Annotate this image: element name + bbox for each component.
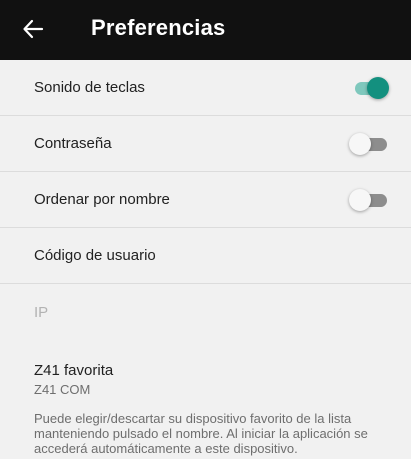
favorite-title: Z41 favorita (34, 362, 114, 379)
setting-user-code[interactable]: Código de usuario (0, 228, 411, 284)
toggle-thumb (349, 189, 371, 211)
setting-label: IP (34, 303, 49, 321)
setting-label: Código de usuario (34, 247, 156, 264)
preferences-list: Sonido de teclas Contraseña Ordenar por … (0, 60, 411, 340)
app-bar: Preferencias (0, 0, 411, 60)
key-sound-toggle[interactable] (349, 77, 389, 99)
favorite-description: Puede elegir/descartar su dispositivo fa… (34, 411, 368, 456)
favorite-device[interactable]: Z41 favorita Z41 COM (34, 362, 394, 397)
back-button[interactable] (18, 14, 48, 44)
sort-by-name-toggle[interactable] (349, 189, 389, 211)
setting-label: Sonido de teclas (34, 79, 145, 96)
setting-label: Contraseña (34, 135, 112, 152)
setting-ip: IP (0, 284, 411, 340)
page-title: Preferencias (91, 15, 226, 40)
setting-label: Ordenar por nombre (34, 191, 170, 208)
setting-key-sound[interactable]: Sonido de teclas (0, 60, 411, 116)
password-toggle[interactable] (349, 133, 389, 155)
setting-sort-by-name[interactable]: Ordenar por nombre (0, 172, 411, 228)
setting-password[interactable]: Contraseña (0, 116, 411, 172)
favorite-value: Z41 COM (34, 382, 91, 397)
toggle-thumb (367, 77, 389, 99)
toggle-thumb (349, 133, 371, 155)
arrow-back-icon (23, 19, 44, 39)
